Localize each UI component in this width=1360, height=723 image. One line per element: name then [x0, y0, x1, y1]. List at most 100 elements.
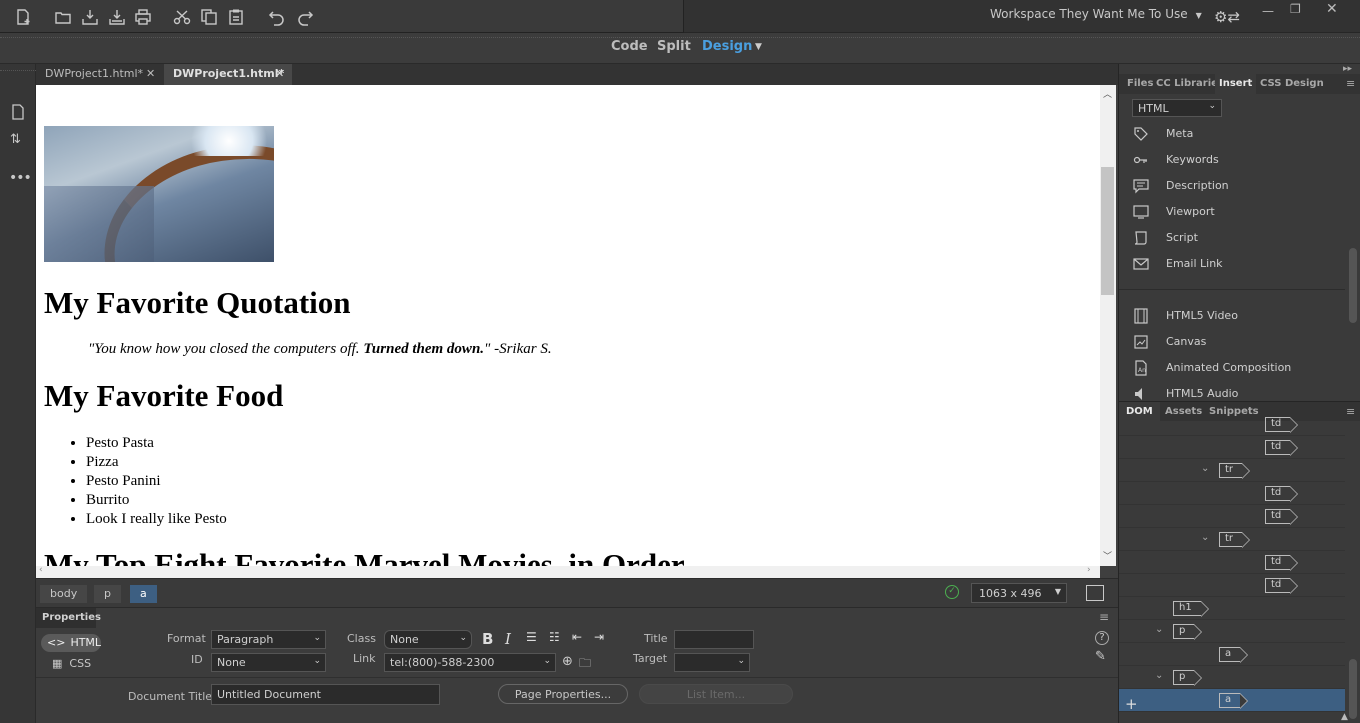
add-element-icon[interactable]: + — [1125, 695, 1138, 713]
validation-ok-icon[interactable]: ✓ — [945, 585, 959, 599]
save-icon[interactable] — [81, 8, 99, 26]
insert-item-canvas[interactable]: Canvas — [1133, 332, 1343, 352]
tab-snippets[interactable]: Snippets — [1209, 406, 1259, 417]
collapse-panel-icon[interactable]: ▸▸ — [1343, 64, 1352, 74]
dom-scrollbar-thumb[interactable] — [1349, 659, 1357, 719]
italic-button[interactable]: I — [505, 630, 511, 648]
close-tab-icon[interactable]: ✕ — [275, 67, 284, 80]
list-item[interactable]: Pesto Panini — [86, 472, 227, 491]
view-dropdown-icon[interactable]: ▼ — [755, 42, 762, 52]
list-item[interactable]: Pizza — [86, 453, 227, 472]
insert-item-animated-composition[interactable]: An Animated Composition — [1133, 358, 1343, 378]
more-options-icon[interactable]: ••• — [9, 170, 32, 186]
fountain-image[interactable] — [44, 126, 274, 262]
dom-tree-row[interactable]: ⌄ tr — [1119, 459, 1345, 482]
food-list[interactable]: Pesto Pasta Pizza Pesto Panini Burrito L… — [86, 434, 227, 529]
insert-item-description[interactable]: Description — [1133, 176, 1343, 196]
insert-item-email-link[interactable]: Email Link — [1133, 254, 1343, 274]
id-select[interactable]: None ⌄ — [211, 653, 326, 672]
undo-icon[interactable] — [268, 8, 286, 26]
heading-marvel-movies[interactable]: My Top Eight Favorite Marvel Movies, in … — [44, 547, 685, 566]
quick-edit-icon[interactable]: ✎ — [1095, 649, 1106, 664]
list-item[interactable]: Look I really like Pesto — [86, 510, 227, 529]
live-view-icon[interactable] — [1086, 585, 1104, 601]
cut-icon[interactable] — [173, 8, 191, 26]
bold-button[interactable]: B — [482, 630, 493, 648]
dom-tree-row[interactable]: td — [1119, 482, 1345, 505]
link-input[interactable]: tel:(800)-588-2300 ⌄ — [384, 653, 556, 672]
tab-assets[interactable]: Assets — [1165, 406, 1202, 417]
dom-tree-row[interactable]: td — [1119, 417, 1345, 436]
chevron-down-icon[interactable]: ⌄ — [1155, 624, 1163, 635]
open-folder-icon[interactable] — [54, 8, 72, 26]
class-select[interactable]: None ⌄ — [384, 630, 472, 649]
scroll-right-icon[interactable]: › — [1087, 565, 1091, 575]
format-select[interactable]: Paragraph ⌄ — [211, 630, 326, 649]
quotation-text[interactable]: "You know how you closed the computers o… — [88, 341, 552, 358]
document-title-input[interactable]: Untitled Document — [211, 684, 440, 705]
dom-tree-row[interactable]: td — [1119, 551, 1345, 574]
dom-tree-row[interactable]: ⌄ p — [1119, 620, 1345, 643]
tab-css-designer[interactable]: CSS Designer — [1260, 78, 1323, 89]
dom-tree-row[interactable]: h1 — [1119, 597, 1345, 620]
scroll-up-icon[interactable]: ︿ — [1103, 87, 1112, 100]
file-icon[interactable] — [10, 104, 26, 120]
new-document-icon[interactable] — [14, 8, 32, 26]
insert-category-select[interactable]: HTML ⌄ — [1132, 99, 1222, 117]
browse-folder-icon[interactable]: 🗀 — [579, 654, 591, 675]
insert-item-keywords[interactable]: Keywords — [1133, 150, 1343, 170]
properties-tab[interactable]: Properties — [36, 608, 101, 628]
help-icon[interactable]: ? — [1095, 631, 1109, 645]
dom-tree-row[interactable]: td — [1119, 574, 1345, 597]
chevron-down-icon[interactable]: ⌄ — [1201, 532, 1209, 543]
doc-tab-2[interactable]: DWProject1.html* ✕ — [164, 64, 292, 85]
insert-item-viewport[interactable]: Viewport — [1133, 202, 1343, 222]
restore-icon[interactable]: ❐ — [1290, 2, 1301, 16]
code-view-button[interactable]: Code — [611, 39, 648, 54]
chevron-down-icon[interactable]: ⌄ — [1201, 463, 1209, 474]
title-input[interactable] — [674, 630, 754, 649]
panel-menu-icon[interactable]: ≡ — [1346, 405, 1355, 418]
outdent-icon[interactable]: ⇤ — [572, 630, 582, 644]
horizontal-scrollbar[interactable]: ‹ › — [36, 565, 1100, 578]
dom-tree-row[interactable]: a — [1119, 643, 1345, 666]
close-window-icon[interactable]: ✕ — [1326, 1, 1338, 17]
insert-scrollbar-thumb[interactable] — [1349, 248, 1357, 323]
close-tab-icon[interactable]: ✕ — [146, 67, 155, 80]
scroll-up-icon[interactable]: ▲ — [1341, 712, 1348, 722]
sort-arrows-icon[interactable]: ⇅ — [10, 132, 21, 147]
tab-insert[interactable]: Insert — [1215, 74, 1257, 94]
insert-item-html5-video[interactable]: HTML5 Video — [1133, 306, 1343, 326]
dom-tree-row[interactable]: td — [1119, 505, 1345, 528]
target-select[interactable]: ⌄ — [674, 653, 750, 672]
insert-item-script[interactable]: Script — [1133, 228, 1343, 248]
paste-icon[interactable] — [227, 8, 245, 26]
copy-icon[interactable] — [200, 8, 218, 26]
sync-settings-icon[interactable]: ⚙⇄ — [1214, 8, 1240, 26]
minimize-icon[interactable]: — — [1262, 4, 1274, 18]
dom-tree-row[interactable]: ⌄ tr — [1119, 528, 1345, 551]
workspace-switcher[interactable]: Workspace They Want Me To Use ▼ — [990, 7, 1202, 21]
tab-cc-libraries[interactable]: CC Libraries — [1156, 78, 1224, 89]
indent-icon[interactable]: ⇥ — [594, 630, 604, 644]
breadcrumb-a[interactable]: a — [130, 585, 157, 603]
split-view-button[interactable]: Split — [657, 39, 691, 54]
css-mode-button[interactable]: ▦ CSS — [52, 657, 91, 670]
save-all-icon[interactable] — [108, 8, 126, 26]
point-to-file-icon[interactable]: ⊕ — [562, 654, 573, 669]
dom-tree-row[interactable]: td — [1119, 436, 1345, 459]
chevron-down-icon[interactable]: ⌄ — [1155, 670, 1163, 681]
window-size-select[interactable]: 1063 x 496 ▼ — [971, 583, 1067, 603]
design-view-button[interactable]: Design — [702, 39, 752, 54]
print-icon[interactable] — [134, 8, 152, 26]
heading-favorite-food[interactable]: My Favorite Food — [44, 378, 283, 414]
dom-tree-row[interactable]: a — [1119, 689, 1345, 712]
panel-menu-icon[interactable]: ≡ — [1346, 77, 1355, 90]
unordered-list-icon[interactable]: ☰ — [526, 630, 537, 644]
vertical-scrollbar[interactable]: ︿ ﹀ — [1100, 85, 1116, 566]
scroll-left-icon[interactable]: ‹ — [39, 565, 43, 575]
heading-favorite-quotation[interactable]: My Favorite Quotation — [44, 285, 351, 321]
scroll-down-icon[interactable]: ﹀ — [1103, 549, 1112, 562]
html-mode-button[interactable]: <> HTML — [41, 634, 101, 652]
panel-menu-icon[interactable]: ≡ — [1099, 610, 1109, 624]
